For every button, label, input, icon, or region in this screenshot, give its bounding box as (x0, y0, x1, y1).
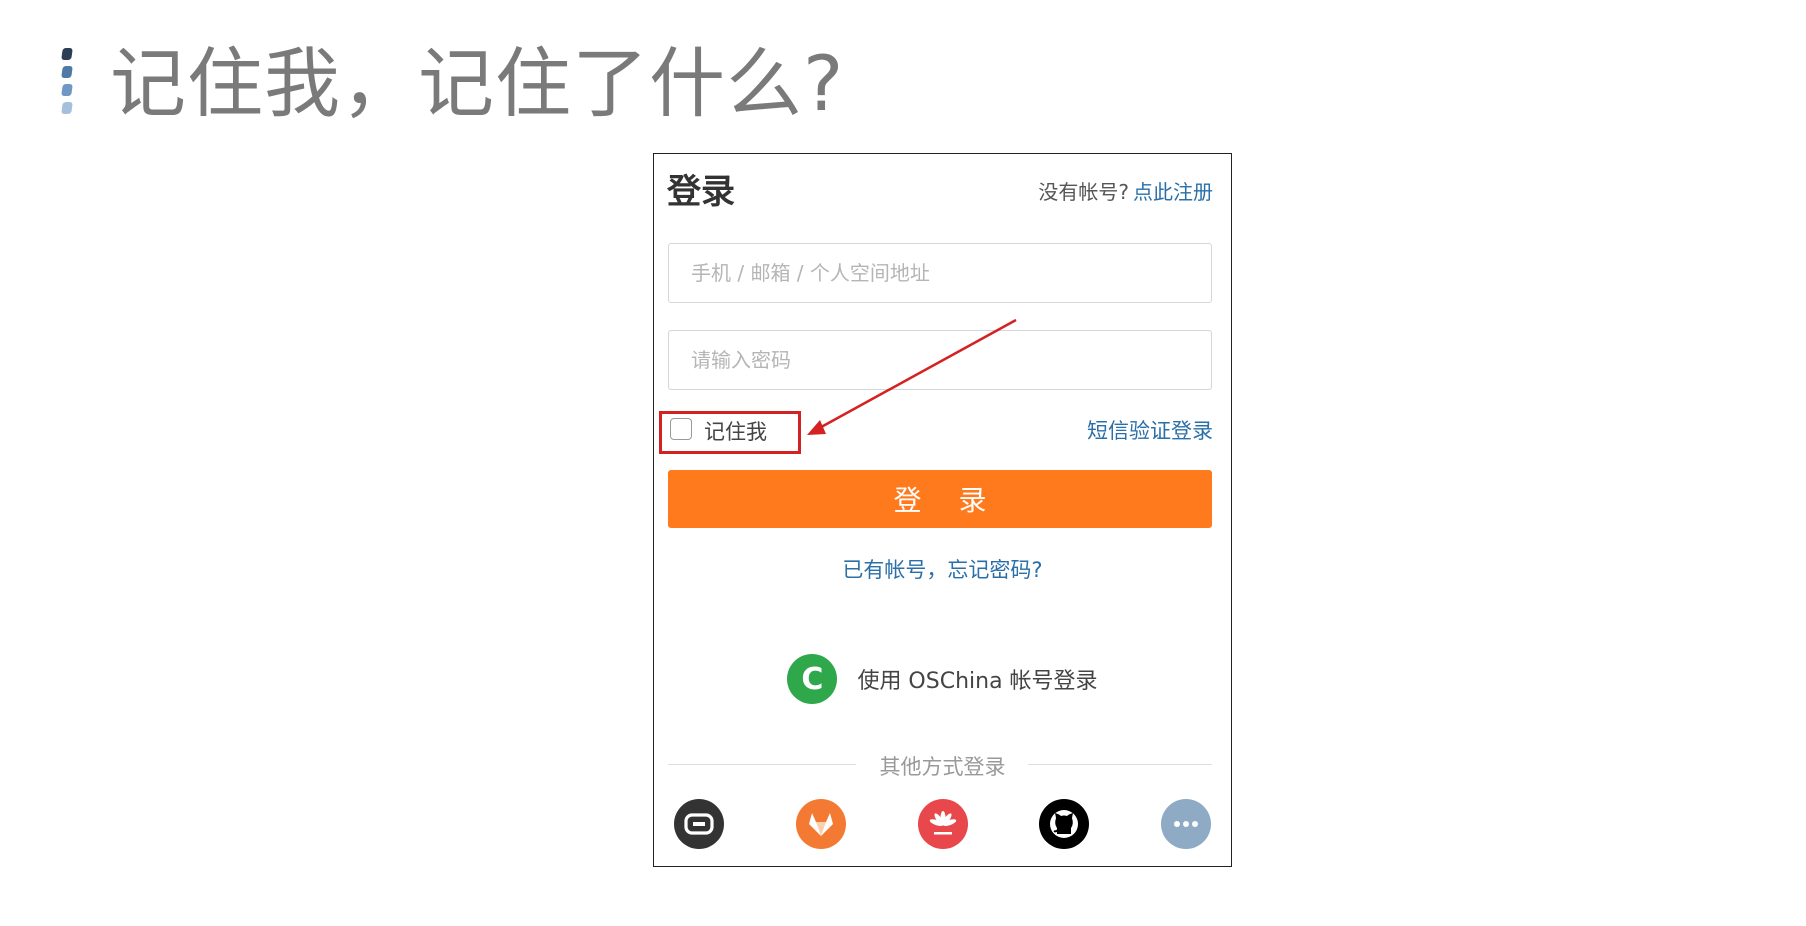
huawei-icon[interactable] (917, 799, 968, 849)
login-title: 登录 (667, 172, 735, 212)
oschina-icon: C (787, 654, 838, 704)
oschina-login-label: 使用 OSChina 帐号登录 (857, 669, 1098, 694)
username-input[interactable] (668, 243, 1212, 303)
login-panel: 登录 没有帐号?点此注册 记住我 短信验证登录 登 录 已有帐号，忘记密码? C… (653, 153, 1232, 867)
sms-login-link[interactable]: 短信验证登录 (1087, 415, 1213, 445)
slide-title-marker (61, 48, 74, 114)
login-button[interactable]: 登 录 (668, 470, 1212, 528)
password-input[interactable] (668, 330, 1212, 390)
remember-me-label[interactable]: 记住我 (704, 416, 767, 446)
gitee-icon[interactable] (674, 799, 724, 849)
remember-me-checkbox[interactable] (670, 418, 692, 440)
gitlab-icon[interactable] (795, 799, 846, 849)
more-icon[interactable] (1161, 799, 1211, 849)
no-account-text: 没有帐号? (1038, 180, 1129, 204)
register-link[interactable]: 点此注册 (1133, 180, 1213, 204)
slide-title: 记住我，记住了什么? (110, 39, 845, 128)
oschina-login-button[interactable]: C 使用 OSChina 帐号登录 (654, 654, 1231, 704)
other-methods-label: 其他方式登录 (879, 755, 1006, 779)
register-row: 没有帐号? 点此注册 (1038, 176, 1213, 205)
social-login-row (674, 799, 1211, 849)
github-icon[interactable] (1039, 799, 1090, 849)
forgot-password-link[interactable]: 已有帐号，忘记密码? (654, 554, 1231, 584)
